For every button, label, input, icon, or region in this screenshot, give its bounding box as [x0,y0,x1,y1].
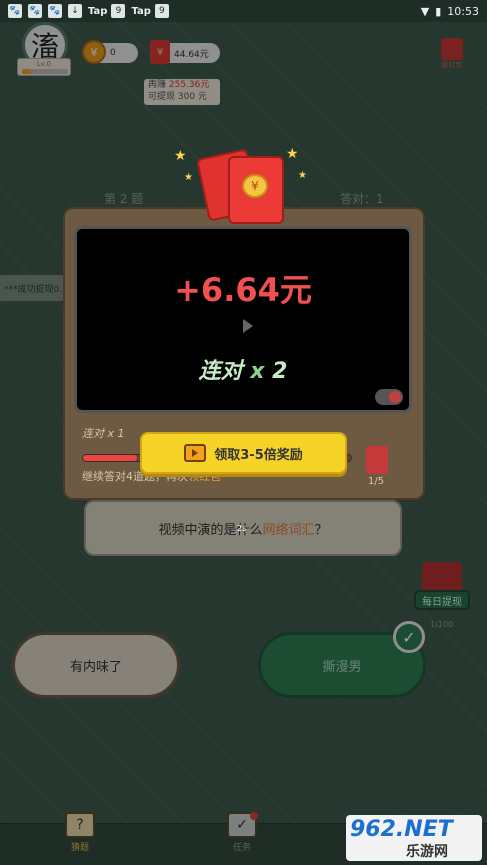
claim-reward-button[interactable]: 领取3-5倍奖励 [140,432,347,474]
download-icon: ↓ [68,4,82,18]
cat-icon: 🐾 [28,4,42,18]
star-icon: ★ [298,170,307,181]
combo-row: 连对 x 1 [82,427,125,440]
video-screen[interactable]: +6.64元 连对 x 2 [74,226,412,413]
tap-icon: 9 [111,4,126,18]
tap-label: Tap [88,5,108,17]
red-envelope-icon [366,446,388,474]
star-icon: ★ [286,146,299,162]
wifi-icon: ▼ [420,4,430,18]
envelope-count: 1/5 [368,476,385,487]
watermark-text: 乐游网 [406,844,448,860]
star-icon: ★ [184,172,193,183]
reward-amount: +6.64元 [174,271,312,309]
yuan-coin-icon: ¥ [242,174,268,198]
clock: 10:53 [447,4,479,18]
star-icon: ★ [174,148,187,164]
countdown-timer: 2s [237,524,247,533]
battery-icon: ▮ [435,4,442,18]
video-icon [184,444,207,462]
play-icon[interactable] [243,319,253,333]
status-bar: 🐾 🐾 🐾 ↓ Tap 9 Tap 9 ▼ ▮ 10:53 [0,0,487,22]
combo-label: 连对 x 2 [198,359,288,384]
tap-label: Tap [131,5,151,17]
site-watermark: 962.NET 乐游网 [346,815,482,861]
sound-toggle[interactable] [375,389,403,405]
tap-icon: 9 [154,4,169,18]
cat-icon: 🐾 [8,4,22,18]
cat-icon: 🐾 [48,4,62,18]
watermark-logo: 962.NET [350,817,453,842]
